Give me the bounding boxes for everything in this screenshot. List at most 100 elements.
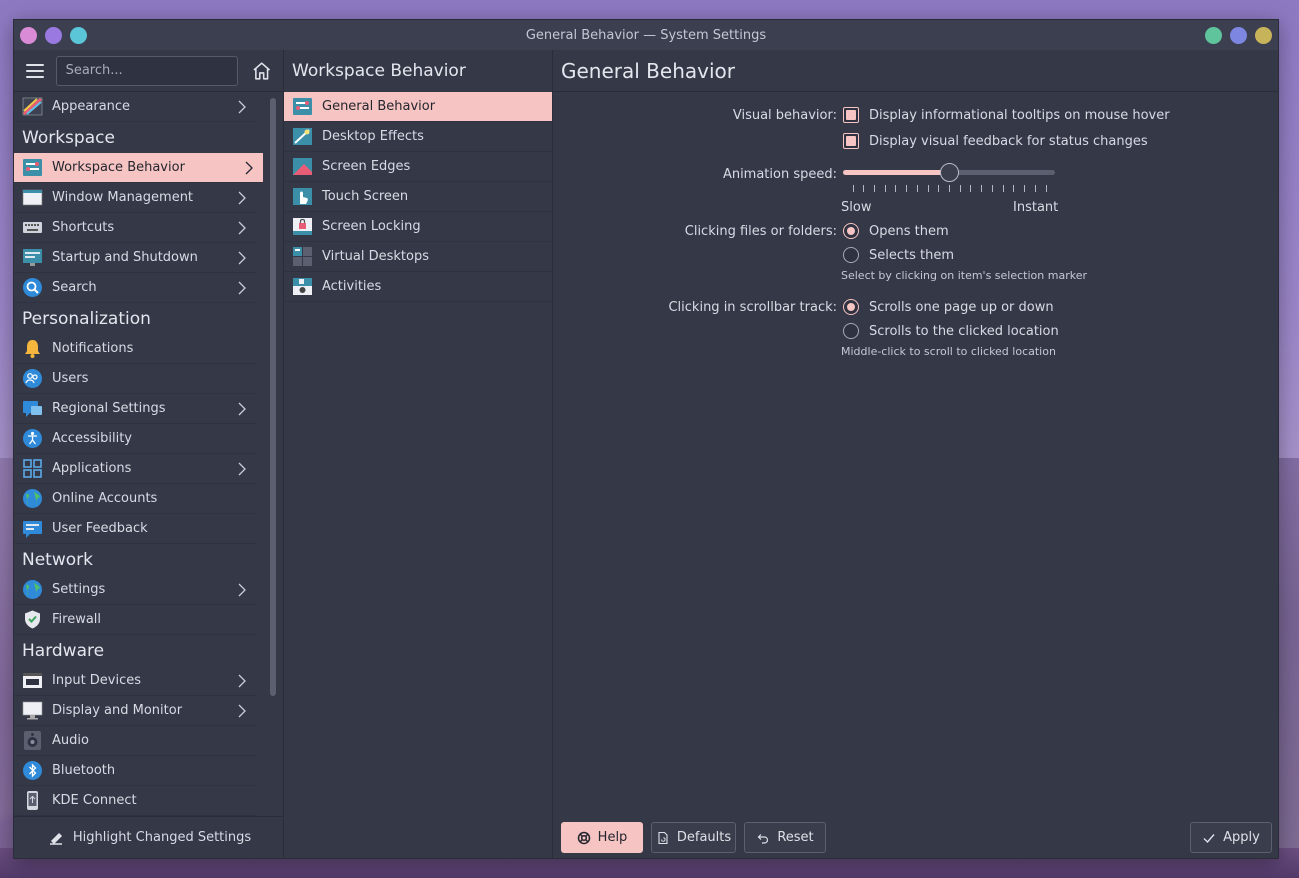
slider-tick [1013,185,1015,192]
sidebar-item-label: Regional Settings [52,401,166,416]
subcategory-item-label: Screen Locking [322,219,421,234]
defaults-button[interactable]: Defaults [651,822,736,853]
document-reset-icon [658,831,668,844]
search-input[interactable] [55,55,238,86]
scroll-page-radio[interactable]: Scrolls one page up or down [843,299,1054,315]
checkmark-icon [1203,833,1215,843]
appearance-icon [22,97,43,116]
slider-tick [1034,185,1036,192]
globe-icon [23,489,42,508]
on-all-desktops-button[interactable] [70,27,87,44]
feedback-checkbox-label: Display visual feedback for status chang… [869,133,1148,149]
subcategory-item-screen-edges[interactable]: Screen Edges [284,152,552,182]
sidebar-item-bluetooth[interactable]: Bluetooth [14,756,256,786]
sidebar-item-regional-settings[interactable]: Regional Settings [14,394,256,424]
highlight-changed-button[interactable]: Highlight Changed Settings [14,816,284,858]
sidebar-item-kde-connect[interactable]: KDE Connect [14,786,256,816]
scroll-page-label: Scrolls one page up or down [869,299,1054,315]
slider-ticks [843,185,1055,193]
minimize-button[interactable] [1205,27,1222,44]
scroll-location-label: Scrolls to the clicked location [869,323,1059,339]
help-button[interactable]: Help [561,822,643,853]
slider-handle[interactable] [939,163,959,182]
apply-button[interactable]: Apply [1190,822,1272,853]
sidebar-item-user-feedback[interactable]: User Feedback [14,514,256,544]
chevron-right-icon [238,221,246,235]
subcategory-item-label: Screen Edges [322,159,411,174]
animation-speed-label: Animation speed: [722,166,837,182]
sidebar-item-input-devices[interactable]: Input Devices [14,666,256,696]
close-button[interactable] [1255,27,1272,44]
scroll-location-radio[interactable]: Scrolls to the clicked location [843,323,1059,339]
sidebar-item-users[interactable]: Users [14,364,256,394]
sidebar-item-firewall[interactable]: Firewall [14,605,256,635]
maximize-button[interactable] [1230,27,1247,44]
apply-label: Apply [1223,830,1260,845]
sidebar-item-appearance[interactable]: Appearance [14,92,256,122]
touch-screen-icon [293,188,312,205]
sidebar-item-label: Search [52,280,97,295]
keep-above-button[interactable] [45,27,62,44]
selects-them-radio[interactable]: Selects them [843,247,954,263]
opens-them-radio[interactable]: Opens them [843,223,949,239]
subcategory-item-desktop-effects[interactable]: Desktop Effects [284,122,552,152]
sidebar-item-label: Firewall [52,612,102,627]
sidebar-scrollbar[interactable] [270,98,276,696]
slider-tick [991,185,993,192]
opens-them-radio-dot[interactable] [843,223,859,239]
subcategory-item-touch-screen[interactable]: Touch Screen [284,182,552,212]
window-menu-button[interactable] [20,27,37,44]
selects-them-label: Selects them [869,247,955,263]
tooltips-checkbox-label: Display informational tooltips on mouse … [869,107,1170,123]
sidebar-item-applications[interactable]: Applications [14,454,256,484]
sidebar-item-startup-and-shutdown[interactable]: Startup and Shutdown [14,243,256,273]
subcategory-item-label: Virtual Desktops [322,249,429,264]
shield-icon [25,610,40,629]
chevron-right-icon [238,704,246,718]
chevron-right-icon [238,583,246,597]
subcategory-item-label: Touch Screen [322,189,409,204]
sidebar-item-accessibility[interactable]: Accessibility [14,424,256,454]
network-globe-icon [23,580,42,599]
sidebar-item-settings[interactable]: Settings [14,575,256,605]
sidebar-item-label: Input Devices [52,673,142,688]
subcategory-item-general-behavior[interactable]: General Behavior [284,92,552,122]
sidebar-item-label: Audio [52,733,89,748]
feedback-checkbox-box[interactable] [843,133,859,149]
selection-marker-hint: Select by clicking on item's selection m… [841,269,1087,282]
animation-speed-slider[interactable] [843,162,1055,182]
feedback-checkbox[interactable]: Display visual feedback for status chang… [843,133,1148,149]
undo-icon [757,833,769,844]
slider-tick [1024,185,1026,192]
reset-label: Reset [777,830,814,845]
clicking-files-label: Clicking files or folders: [684,223,837,239]
slider-tick [949,185,950,192]
sidebar-item-shortcuts[interactable]: Shortcuts [14,213,256,243]
sidebar-item-online-accounts[interactable]: Online Accounts [14,484,256,514]
scroll-location-radio-dot[interactable] [843,323,859,339]
slider-fill [843,170,949,175]
sidebar-item-workspace-behavior[interactable]: Workspace Behavior [14,153,263,183]
sidebar-item-notifications[interactable]: Notifications [14,334,256,364]
workspace-behavior-icon [23,159,42,176]
selects-them-radio-dot[interactable] [843,247,859,263]
sidebar-item-audio[interactable]: Audio [14,726,256,756]
sidebar-item-window-management[interactable]: Window Management [14,183,256,213]
sidebar-item-display-and-monitor[interactable]: Display and Monitor [14,696,256,726]
hamburger-menu-icon[interactable] [24,60,46,82]
reset-button[interactable]: Reset [744,822,826,853]
title-bar[interactable]: General Behavior — System Settings [14,20,1278,50]
sidebar-item-search[interactable]: Search [14,273,256,303]
page-title: General Behavior [553,50,1278,92]
home-icon[interactable] [250,59,273,83]
slider-tick [1002,185,1004,192]
subcategory-item-virtual-desktops[interactable]: Virtual Desktops [284,242,552,272]
subcategory-title: Workspace Behavior [292,61,466,81]
subcategory-item-screen-locking[interactable]: Screen Locking [284,212,552,242]
scroll-page-radio-dot[interactable] [843,299,859,315]
tooltips-checkbox[interactable]: Display informational tooltips on mouse … [843,107,1170,123]
slider-tick [884,185,886,192]
subcategory-item-activities[interactable]: Activities [284,272,552,302]
tooltips-checkbox-box[interactable] [843,107,859,123]
scroll-location-row: Scrolls to the clicked location [553,319,1278,343]
